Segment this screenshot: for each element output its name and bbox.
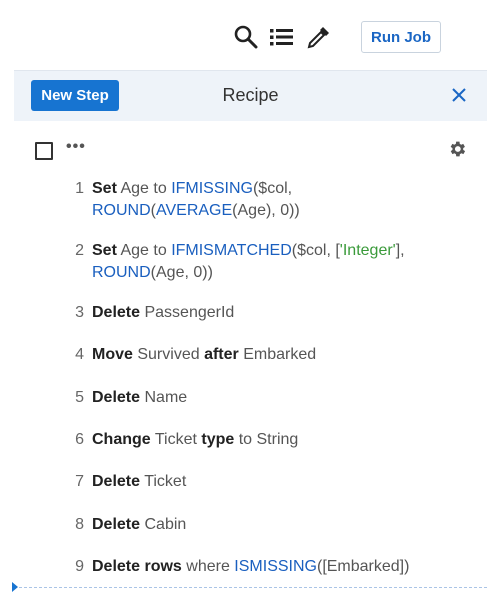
step-token: ISMISSING — [234, 558, 317, 575]
gear-icon[interactable] — [447, 139, 467, 159]
step-text: Change Ticket type to String — [92, 429, 480, 451]
step-number: 5 — [75, 389, 84, 406]
step-token: Set — [92, 180, 117, 197]
toolbar: Run Job — [0, 0, 500, 70]
step-token: Move — [92, 346, 133, 363]
close-icon[interactable] — [451, 87, 467, 103]
recipe-title: Recipe — [222, 85, 279, 105]
step-token: to — [153, 242, 167, 259]
step-controls: ••• — [14, 130, 487, 168]
step-token: Delete — [92, 304, 141, 321]
step-text: Delete Ticket — [92, 471, 480, 493]
step-token: Cabin — [144, 516, 187, 533]
step-token: Age — [120, 180, 149, 197]
step-token: (Age, 0)) — [150, 264, 213, 281]
step-number: 6 — [75, 431, 84, 448]
step-number: 8 — [75, 516, 84, 533]
run-job-button[interactable]: Run Job — [361, 21, 441, 53]
step-token: 'Integer' — [339, 242, 396, 259]
step-number: 3 — [75, 304, 84, 321]
step-text: Set Age to IFMISSING($col, ROUND(AVERAGE(… — [92, 178, 480, 222]
step-number: 1 — [75, 180, 84, 197]
step-token: ($col, [ — [291, 242, 340, 259]
step-token: PassengerId — [144, 304, 235, 321]
step-token: Survived — [137, 346, 200, 363]
recipe-header: New Step Recipe — [14, 70, 487, 121]
step-token: (Age), 0)) — [232, 202, 300, 219]
insert-arrow-icon[interactable] — [12, 582, 18, 592]
step-token: type — [201, 431, 235, 448]
step-token: ROUND — [92, 264, 151, 281]
eyedropper-icon[interactable] — [306, 24, 332, 50]
step-token: Name — [144, 389, 188, 406]
insert-divider[interactable] — [14, 587, 487, 588]
step-token: Set — [92, 242, 117, 259]
step-number: 2 — [75, 242, 84, 259]
step-text: Delete rows where ISMISSING([Embarked]) — [92, 556, 480, 578]
list-icon[interactable] — [269, 24, 295, 50]
step-token: AVERAGE — [156, 202, 233, 219]
step-token: Delete — [92, 516, 141, 533]
step-token: Change — [92, 431, 151, 448]
step-token: Embarked — [243, 346, 317, 363]
step-text: Delete Cabin — [92, 514, 480, 536]
step-number: 4 — [75, 346, 84, 363]
step-token: where — [186, 558, 230, 575]
step-token: to — [153, 180, 167, 197]
step-token: to String — [238, 431, 299, 448]
step-token: ($col, — [252, 180, 293, 197]
more-options-icon[interactable]: ••• — [66, 138, 86, 156]
search-icon[interactable] — [233, 24, 259, 50]
step-token: Ticket — [154, 431, 197, 448]
step-token: Ticket — [144, 473, 187, 490]
step-number: 7 — [75, 473, 84, 490]
step-text: Move Survived after Embarked — [92, 344, 480, 366]
step-token: Delete rows — [92, 558, 182, 575]
step-token: ], — [395, 242, 405, 259]
step-token: Age — [120, 242, 149, 259]
step-text: Set Age to IFMISMATCHED($col, ['Integer'… — [92, 240, 480, 284]
step-token: IFMISSING — [171, 180, 253, 197]
select-all-checkbox[interactable] — [35, 142, 53, 160]
step-number: 9 — [75, 558, 84, 575]
step-text: Delete PassengerId — [92, 302, 480, 324]
step-token: ([Embarked]) — [316, 558, 410, 575]
step-token: IFMISMATCHED — [171, 242, 292, 259]
step-token: Delete — [92, 473, 141, 490]
step-token: after — [204, 346, 239, 363]
step-text: Delete Name — [92, 387, 480, 409]
step-token: Delete — [92, 389, 141, 406]
step-token: ROUND — [92, 202, 151, 219]
